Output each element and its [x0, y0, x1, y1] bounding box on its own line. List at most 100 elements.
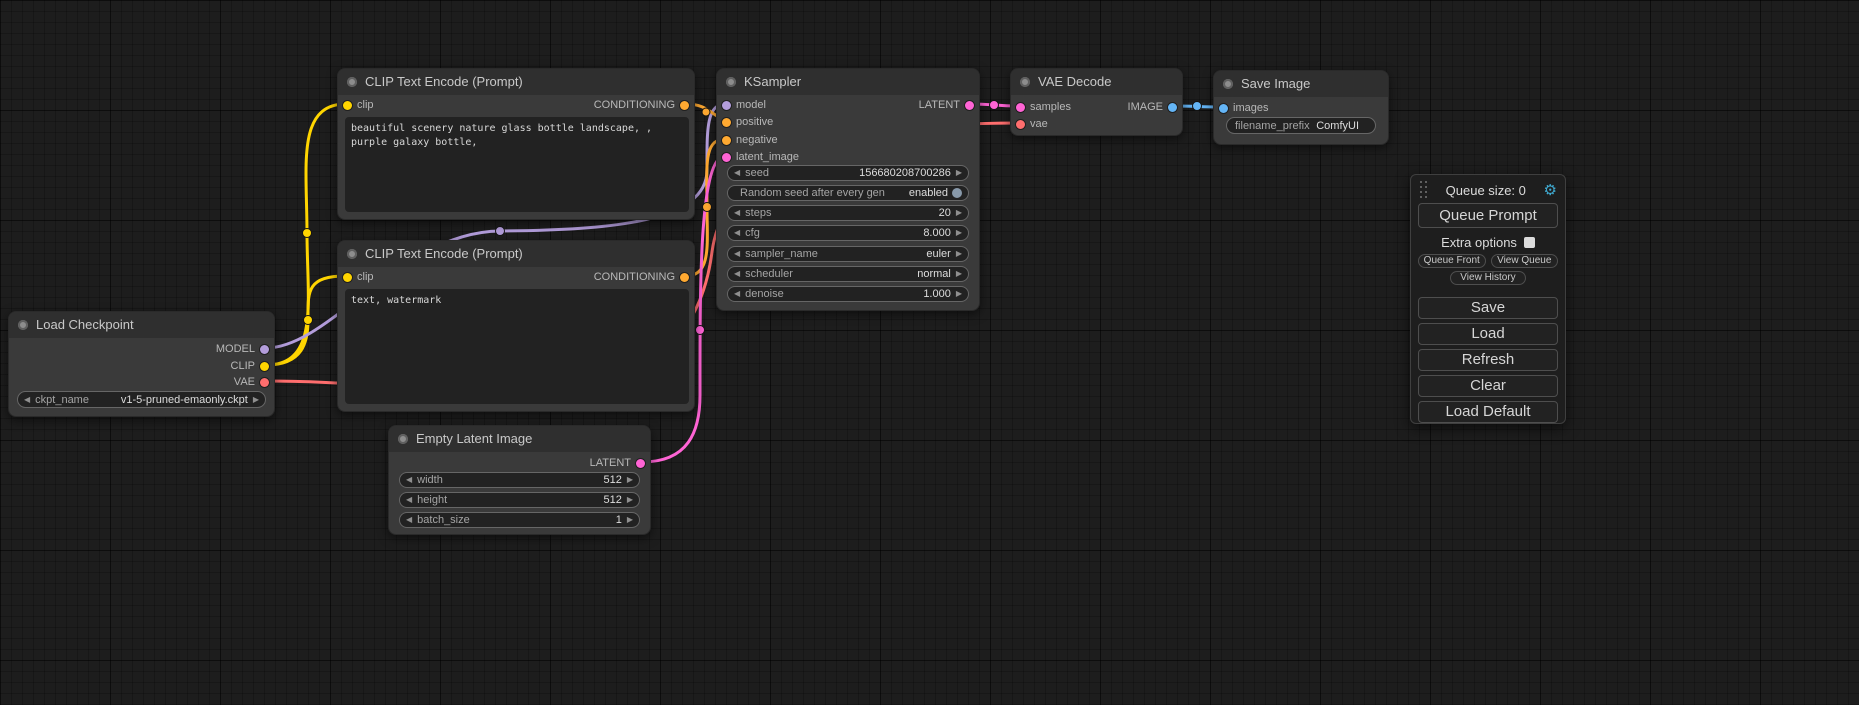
node-clip-text-encode-negative[interactable]: CLIP Text Encode (Prompt) clip CONDITION… [337, 240, 695, 412]
decrement-arrow-icon[interactable]: ◀ [734, 290, 740, 298]
scheduler-widget[interactable]: ◀ scheduler normal ▶ [727, 266, 969, 282]
positive-prompt-textarea[interactable]: beautiful scenery nature glass bottle la… [345, 117, 689, 212]
node-save-image[interactable]: Save Image images filename_prefix ComfyU… [1213, 70, 1389, 145]
toggle-knob[interactable] [952, 188, 962, 198]
conditioning-port-dot[interactable] [680, 101, 689, 110]
increment-arrow-icon[interactable]: ▶ [956, 270, 962, 278]
decrement-arrow-icon[interactable]: ◀ [406, 476, 412, 484]
decrement-arrow-icon[interactable]: ◀ [24, 396, 30, 404]
collapse-dot-icon[interactable] [1223, 79, 1233, 89]
collapse-dot-icon[interactable] [726, 77, 736, 87]
collapse-dot-icon[interactable] [347, 249, 357, 259]
output-port-vae[interactable]: VAE [234, 374, 269, 390]
vae-port-dot[interactable] [260, 378, 269, 387]
collapse-dot-icon[interactable] [18, 320, 28, 330]
input-port-images[interactable]: images [1219, 100, 1268, 116]
view-queue-button[interactable]: View Queue [1491, 254, 1559, 268]
increment-arrow-icon[interactable]: ▶ [627, 476, 633, 484]
latent-port-dot[interactable] [1016, 103, 1025, 112]
queue-front-button[interactable]: Queue Front [1418, 254, 1486, 268]
save-button[interactable]: Save [1418, 297, 1558, 319]
negative-prompt-textarea[interactable]: text, watermark [345, 289, 689, 404]
clip-port-dot[interactable] [343, 101, 352, 110]
decrement-arrow-icon[interactable]: ◀ [734, 270, 740, 278]
input-port-latent-image[interactable]: latent_image [722, 149, 799, 165]
drag-handle-icon[interactable] [1420, 181, 1428, 199]
input-port-samples[interactable]: samples [1016, 99, 1071, 115]
increment-arrow-icon[interactable]: ▶ [253, 396, 259, 404]
increment-arrow-icon[interactable]: ▶ [956, 209, 962, 217]
node-title-bar[interactable]: Save Image [1214, 71, 1388, 97]
clip-port-dot[interactable] [343, 273, 352, 282]
increment-arrow-icon[interactable]: ▶ [627, 516, 633, 524]
input-port-clip[interactable]: clip [343, 269, 374, 285]
output-port-model[interactable]: MODEL [216, 341, 269, 357]
output-port-latent[interactable]: LATENT [919, 97, 974, 113]
latent-port-dot[interactable] [636, 459, 645, 468]
model-port-dot[interactable] [722, 101, 731, 110]
vae-port-dot[interactable] [1016, 120, 1025, 129]
increment-arrow-icon[interactable]: ▶ [956, 169, 962, 177]
sampler-name-widget[interactable]: ◀ sampler_name euler ▶ [727, 246, 969, 262]
model-port-dot[interactable] [260, 345, 269, 354]
latent-port-dot[interactable] [965, 101, 974, 110]
input-port-model[interactable]: model [722, 97, 766, 113]
denoise-widget[interactable]: ◀ denoise 1.000 ▶ [727, 286, 969, 302]
output-port-conditioning[interactable]: CONDITIONING [594, 97, 689, 113]
increment-arrow-icon[interactable]: ▶ [627, 496, 633, 504]
collapse-dot-icon[interactable] [398, 434, 408, 444]
input-port-negative[interactable]: negative [722, 132, 778, 148]
collapse-dot-icon[interactable] [1020, 77, 1030, 87]
output-port-clip[interactable]: CLIP [231, 358, 269, 374]
random-seed-toggle[interactable]: Random seed after every gen enabled [727, 185, 969, 201]
node-title-bar[interactable]: Load Checkpoint [9, 312, 274, 338]
node-clip-text-encode-positive[interactable]: CLIP Text Encode (Prompt) clip CONDITION… [337, 68, 695, 220]
increment-arrow-icon[interactable]: ▶ [956, 229, 962, 237]
graph-canvas[interactable]: Load Checkpoint MODEL CLIP VAE ◀ ckpt_na… [0, 0, 1859, 705]
node-vae-decode[interactable]: VAE Decode samples vae IMAGE [1010, 68, 1183, 136]
clear-button[interactable]: Clear [1418, 375, 1558, 397]
image-port-dot[interactable] [1168, 103, 1177, 112]
node-title-bar[interactable]: Empty Latent Image [389, 426, 650, 452]
load-button[interactable]: Load [1418, 323, 1558, 345]
decrement-arrow-icon[interactable]: ◀ [734, 209, 740, 217]
output-port-conditioning[interactable]: CONDITIONING [594, 269, 689, 285]
node-title-bar[interactable]: VAE Decode [1011, 69, 1182, 95]
height-widget[interactable]: ◀ height 512 ▶ [399, 492, 640, 508]
output-port-image[interactable]: IMAGE [1128, 99, 1177, 115]
node-load-checkpoint[interactable]: Load Checkpoint MODEL CLIP VAE ◀ ckpt_na… [8, 311, 275, 417]
load-default-button[interactable]: Load Default [1418, 401, 1558, 423]
clip-port-dot[interactable] [260, 362, 269, 371]
node-title-bar[interactable]: CLIP Text Encode (Prompt) [338, 69, 694, 95]
increment-arrow-icon[interactable]: ▶ [956, 290, 962, 298]
input-port-vae[interactable]: vae [1016, 116, 1048, 132]
latent-port-dot[interactable] [722, 153, 731, 162]
batch-size-widget[interactable]: ◀ batch_size 1 ▶ [399, 512, 640, 528]
collapse-dot-icon[interactable] [347, 77, 357, 87]
steps-widget[interactable]: ◀ steps 20 ▶ [727, 205, 969, 221]
filename-prefix-widget[interactable]: filename_prefix ComfyUI [1226, 117, 1376, 134]
view-history-button[interactable]: View History [1450, 271, 1526, 285]
extra-options-checkbox[interactable] [1524, 237, 1535, 248]
image-port-dot[interactable] [1219, 104, 1228, 113]
queue-prompt-button[interactable]: Queue Prompt [1418, 203, 1558, 228]
output-port-latent[interactable]: LATENT [590, 455, 645, 471]
decrement-arrow-icon[interactable]: ◀ [734, 250, 740, 258]
decrement-arrow-icon[interactable]: ◀ [406, 516, 412, 524]
refresh-button[interactable]: Refresh [1418, 349, 1558, 371]
node-ksampler[interactable]: KSampler model positive negative latent_… [716, 68, 980, 311]
decrement-arrow-icon[interactable]: ◀ [406, 496, 412, 504]
ckpt-name-widget[interactable]: ◀ ckpt_name v1-5-pruned-emaonly.ckpt ▶ [17, 391, 266, 408]
conditioning-port-dot[interactable] [722, 118, 731, 127]
input-port-positive[interactable]: positive [722, 114, 773, 130]
node-title-bar[interactable]: CLIP Text Encode (Prompt) [338, 241, 694, 267]
input-port-clip[interactable]: clip [343, 97, 374, 113]
increment-arrow-icon[interactable]: ▶ [956, 250, 962, 258]
cfg-widget[interactable]: ◀ cfg 8.000 ▶ [727, 225, 969, 241]
decrement-arrow-icon[interactable]: ◀ [734, 169, 740, 177]
settings-gear-icon[interactable]: ⚙ [1544, 183, 1557, 198]
node-empty-latent-image[interactable]: Empty Latent Image LATENT ◀ width 512 ▶ … [388, 425, 651, 535]
width-widget[interactable]: ◀ width 512 ▶ [399, 472, 640, 488]
conditioning-port-dot[interactable] [680, 273, 689, 282]
decrement-arrow-icon[interactable]: ◀ [734, 229, 740, 237]
